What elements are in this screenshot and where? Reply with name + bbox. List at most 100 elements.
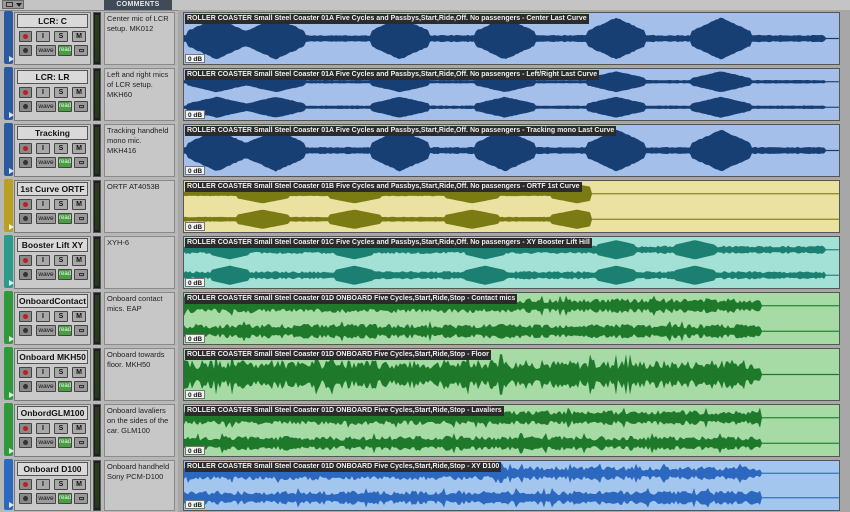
input-monitor-button[interactable]: I [36, 87, 50, 98]
clip-gain[interactable]: 0 dB [185, 222, 206, 231]
playlist-icon[interactable] [74, 381, 88, 392]
automation-mode-selector[interactable]: read [58, 45, 72, 56]
track-name[interactable]: 1st Curve ORTF [17, 182, 88, 196]
mute-button[interactable]: M [72, 479, 86, 490]
record-enable-button[interactable] [19, 87, 32, 98]
clip-gain[interactable]: 0 dB [185, 446, 206, 455]
playlist-icon[interactable] [74, 45, 88, 56]
track-comment[interactable]: XYH-6 [104, 236, 175, 289]
playlist-icon[interactable] [74, 269, 88, 280]
clip-gain[interactable]: 0 dB [185, 110, 206, 119]
mute-button[interactable]: M [72, 199, 86, 210]
record-enable-button[interactable] [19, 31, 32, 42]
solo-button[interactable]: S [54, 87, 68, 98]
audio-clip[interactable]: ROLLER COASTER Small Steel Coaster 01D O… [183, 460, 840, 511]
automation-mode-selector[interactable]: read [58, 157, 72, 168]
track-active-icon[interactable] [19, 493, 32, 504]
input-monitor-button[interactable]: I [36, 31, 50, 42]
audio-clip[interactable]: ROLLER COASTER Small Steel Coaster 01B F… [183, 180, 840, 233]
clip-gain[interactable]: 0 dB [185, 334, 206, 343]
clip-gain[interactable]: 0 dB [185, 278, 206, 287]
mute-button[interactable]: M [72, 423, 86, 434]
clip-gain[interactable]: 0 dB [185, 500, 206, 509]
record-enable-button[interactable] [19, 423, 32, 434]
playlist-icon[interactable] [74, 437, 88, 448]
track-name[interactable]: Onboard MKH50 [17, 350, 88, 364]
automation-mode-selector[interactable]: read [58, 381, 72, 392]
input-monitor-button[interactable]: I [36, 479, 50, 490]
track-view-selector[interactable]: wave [36, 269, 56, 280]
audio-clip[interactable]: ROLLER COASTER Small Steel Coaster 01D O… [183, 348, 840, 401]
track-comment[interactable]: Onboard handheld Sony PCM-D100 [104, 460, 175, 511]
record-enable-button[interactable] [19, 199, 32, 210]
track-active-icon[interactable] [19, 437, 32, 448]
record-enable-button[interactable] [19, 367, 32, 378]
playlist-icon[interactable] [74, 325, 88, 336]
input-monitor-button[interactable]: I [36, 255, 50, 266]
track-comment[interactable]: Onboard contact mics. EAP [104, 292, 175, 345]
mute-button[interactable]: M [72, 367, 86, 378]
track-name[interactable]: Tracking [17, 126, 88, 140]
input-monitor-button[interactable]: I [36, 199, 50, 210]
record-enable-button[interactable] [19, 479, 32, 490]
track-comment[interactable]: Center mic of LCR setup. MK012 [104, 12, 175, 65]
mute-button[interactable]: M [72, 31, 86, 42]
track-list-menu-button[interactable] [2, 0, 24, 9]
audio-clip[interactable]: ROLLER COASTER Small Steel Coaster 01D O… [183, 292, 840, 345]
mute-button[interactable]: M [72, 143, 86, 154]
record-enable-button[interactable] [19, 311, 32, 322]
track-active-icon[interactable] [19, 325, 32, 336]
solo-button[interactable]: S [54, 367, 68, 378]
clip-gain[interactable]: 0 dB [185, 166, 206, 175]
playlist-icon[interactable] [74, 213, 88, 224]
mute-button[interactable]: M [72, 87, 86, 98]
track-comment[interactable]: ORTF AT4053B [104, 180, 175, 233]
solo-button[interactable]: S [54, 199, 68, 210]
track-view-selector[interactable]: wave [36, 493, 56, 504]
playlist-icon[interactable] [74, 157, 88, 168]
mute-button[interactable]: M [72, 255, 86, 266]
clip-gain[interactable]: 0 dB [185, 54, 206, 63]
track-view-selector[interactable]: wave [36, 157, 56, 168]
track-view-selector[interactable]: wave [36, 325, 56, 336]
track-view-selector[interactable]: wave [36, 45, 56, 56]
audio-clip[interactable]: ROLLER COASTER Small Steel Coaster 01D O… [183, 404, 840, 457]
solo-button[interactable]: S [54, 143, 68, 154]
audio-clip[interactable]: ROLLER COASTER Small Steel Coaster 01A F… [183, 124, 840, 177]
record-enable-button[interactable] [19, 143, 32, 154]
track-name[interactable]: Onboard D100 [17, 462, 88, 476]
input-monitor-button[interactable]: I [36, 367, 50, 378]
track-view-selector[interactable]: wave [36, 381, 56, 392]
audio-clip[interactable]: ROLLER COASTER Small Steel Coaster 01C F… [183, 236, 840, 289]
track-active-icon[interactable] [19, 269, 32, 280]
solo-button[interactable]: S [54, 31, 68, 42]
track-name[interactable]: OnboardContact [17, 294, 88, 308]
input-monitor-button[interactable]: I [36, 311, 50, 322]
playlist-icon[interactable] [74, 493, 88, 504]
track-view-selector[interactable]: wave [36, 437, 56, 448]
track-active-icon[interactable] [19, 157, 32, 168]
track-comment[interactable]: Onboard lavaliers on the sides of the ca… [104, 404, 175, 457]
track-view-selector[interactable]: wave [36, 101, 56, 112]
automation-mode-selector[interactable]: read [58, 213, 72, 224]
track-comment[interactable]: Left and right mics of LCR setup. MKH60 [104, 68, 175, 121]
automation-mode-selector[interactable]: read [58, 493, 72, 504]
automation-mode-selector[interactable]: read [58, 101, 72, 112]
automation-mode-selector[interactable]: read [58, 269, 72, 280]
playlist-icon[interactable] [74, 101, 88, 112]
track-view-selector[interactable]: wave [36, 213, 56, 224]
track-active-icon[interactable] [19, 101, 32, 112]
audio-clip[interactable]: ROLLER COASTER Small Steel Coaster 01A F… [183, 12, 840, 65]
automation-mode-selector[interactable]: read [58, 437, 72, 448]
track-comment[interactable]: Onboard towards floor. MKH50 [104, 348, 175, 401]
track-name[interactable]: LCR: LR [17, 70, 88, 84]
solo-button[interactable]: S [54, 423, 68, 434]
clip-gain[interactable]: 0 dB [185, 390, 206, 399]
track-active-icon[interactable] [19, 213, 32, 224]
track-name[interactable]: LCR: C [17, 14, 88, 28]
solo-button[interactable]: S [54, 311, 68, 322]
input-monitor-button[interactable]: I [36, 143, 50, 154]
solo-button[interactable]: S [54, 255, 68, 266]
solo-button[interactable]: S [54, 479, 68, 490]
track-comment[interactable]: Tracking handheld mono mic. MKH416 [104, 124, 175, 177]
